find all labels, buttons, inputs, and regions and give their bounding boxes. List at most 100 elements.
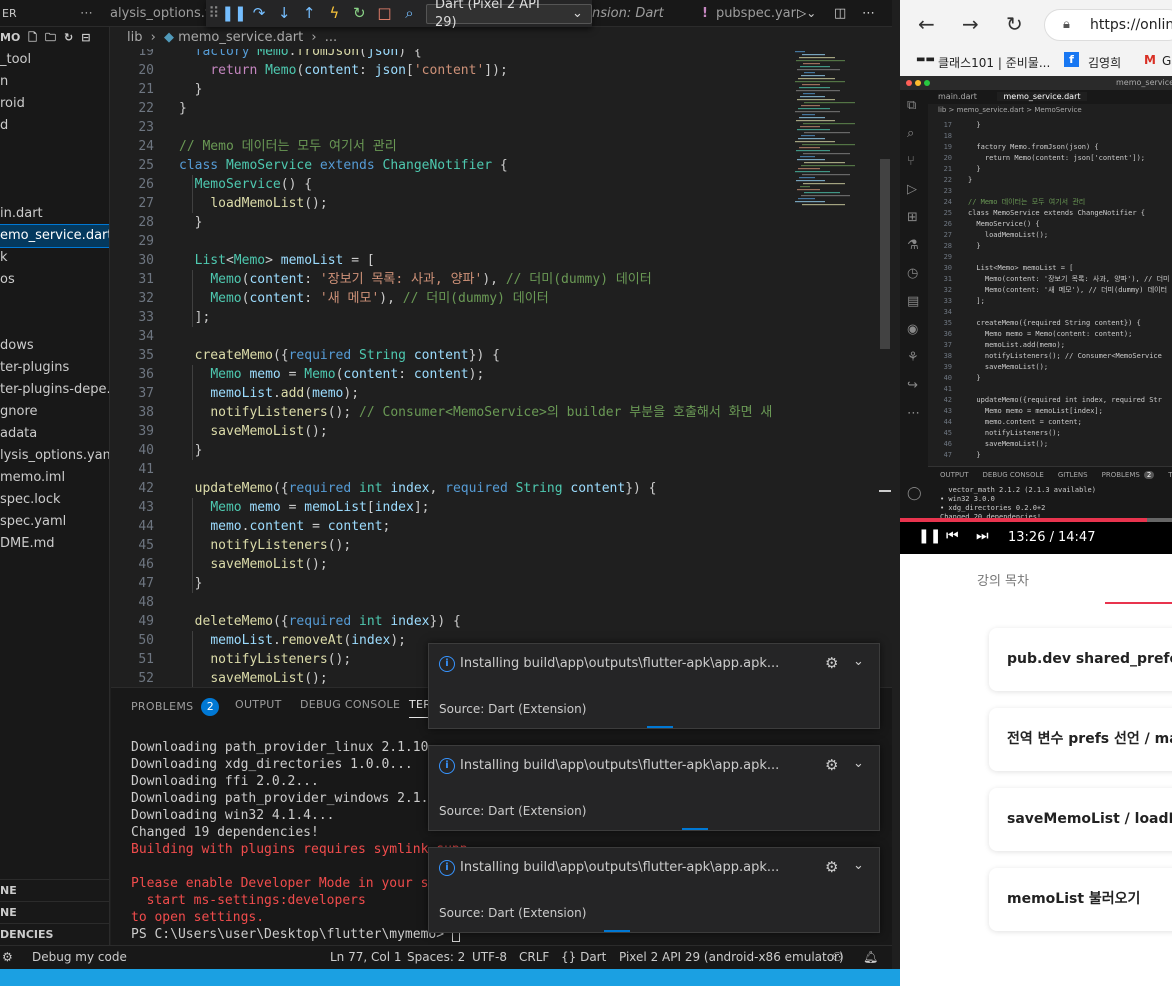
explorer-item[interactable]: roid [0,93,109,115]
explorer-item[interactable]: gnore [0,401,109,423]
tab-pubspec[interactable]: ! pubspec.yar [702,0,797,27]
more-actions-icon[interactable]: ⋯ [80,0,94,27]
new-folder-icon[interactable]: 🗀 [45,31,56,44]
explorer-item[interactable]: ter-plugins-depe... [0,379,109,401]
explorer-item[interactable]: spec.lock [0,489,109,511]
gear-icon[interactable]: ⚙ [825,654,838,672]
code-token: ; [382,519,391,534]
address-bar-url: https://onlin [1090,17,1172,33]
status-device[interactable]: Pixel 2 API 29 (android-x86 emulator) [619,946,844,969]
devtools-icon[interactable]: ⌕ [397,0,422,27]
explorer-item[interactable] [0,313,109,335]
code-token: factory [194,49,258,59]
step-out-icon[interactable]: ↑ [297,0,322,27]
breadcrumb-more[interactable]: ... [325,30,337,45]
previous-icon[interactable]: ⏮︎ [946,528,959,544]
explorer-item[interactable]: DME.md [0,533,109,555]
breadcrumb-file[interactable]: memo_service.dart [178,30,303,45]
code-token: (); [327,405,360,420]
explorer-item[interactable]: d [0,115,109,137]
explorer-item[interactable]: os [0,269,109,291]
more-icon[interactable]: ⋯ [862,0,878,27]
back-arrow-icon[interactable]: ← [918,12,935,36]
status-language[interactable]: {} Dart [561,946,606,969]
breadcrumb-folder[interactable]: lib [127,30,142,45]
explorer-item[interactable]: dows [0,335,109,357]
code-token: } [179,576,203,591]
explorer-item[interactable]: n [0,71,109,93]
explorer-item[interactable]: _tool [0,49,109,71]
chevron-down-icon[interactable]: ⌄ [853,756,864,771]
explorer-item[interactable] [0,181,109,203]
tab-course-outline[interactable]: 강의 목차 [977,570,1029,589]
minimap[interactable] [793,49,879,209]
video-panel-tab: GITLENS [1057,471,1088,479]
explorer-item[interactable]: k [0,247,109,269]
drag-handle-icon[interactable]: ⠿ [206,0,221,27]
new-file-icon[interactable]: 🗋 [28,31,37,44]
forward-arrow-icon[interactable]: → [962,12,979,36]
debug-icon[interactable]: ⚙ [2,946,13,969]
next-icon[interactable]: ⏭︎ [976,528,989,544]
tab-debug-console[interactable]: DEBUG CONSOLE [300,698,400,711]
tab-output[interactable]: OUTPUT [235,698,282,711]
indent-guide [192,498,193,593]
explorer-item[interactable]: adata [0,423,109,445]
run-icon[interactable]: ▷⌄ [797,0,821,27]
status-eol[interactable]: CRLF [519,946,549,969]
gear-icon[interactable]: ⚙ [825,756,838,774]
code-token: ); [390,633,407,648]
explorer-item[interactable]: memo.iml [0,467,109,489]
lesson-card[interactable]: saveMemoList / loadM [989,788,1172,851]
explorer-item[interactable]: in.dart [0,203,109,225]
notifications-bell-icon[interactable]: 🔔︎ [863,946,878,969]
lesson-card[interactable]: 전역 변수 prefs 선언 / ma [989,708,1172,771]
debug-device-select[interactable]: Dart (Pixel 2 API 29) ⌄ [426,0,592,30]
tab-analysis-options[interactable]: alysis_options.y [110,0,206,27]
pause-icon[interactable]: ❚❚ [221,0,246,27]
scrollbar-thumb[interactable] [880,159,890,349]
hot-reload-icon[interactable]: ϟ [322,0,347,27]
chevron-down-icon[interactable]: ⌄ [853,654,864,669]
refresh-icon[interactable]: ↻ [64,31,73,44]
step-into-icon[interactable]: ↓ [272,0,297,27]
code-editor[interactable]: 19 factory Memo.fromJson(json) {20 retur… [111,49,892,687]
collapse-icon[interactable]: ⊟ [81,31,90,44]
browser-toolbar: ← → ↻ 🔒︎ https://onlin [900,0,1172,48]
restart-icon[interactable]: ↻ [347,0,372,27]
address-bar[interactable]: 🔒︎ https://onlin [1044,9,1172,41]
reload-icon[interactable]: ↻ [1006,12,1023,36]
explorer-item[interactable]: spec.yaml [0,511,109,533]
status-encoding[interactable]: UTF-8 [472,946,507,969]
tab-problems[interactable]: PROBLEMS 2 [131,698,220,716]
bookmark-g[interactable]: G [1162,54,1171,68]
gear-icon[interactable]: ⚙ [825,858,838,876]
status-indent[interactable]: Spaces: 2 [407,946,465,969]
bookmark-class101[interactable]: 클래스101 | 준비물... [938,54,1050,71]
dependencies-section[interactable]: DENCIES [0,923,109,945]
minimap-line [799,87,830,89]
lesson-card[interactable]: pub.dev shared_prefe [989,628,1172,691]
explorer-item[interactable]: emo_service.dart [0,224,109,248]
scrollbar-marker [879,490,891,492]
chevron-down-icon[interactable]: ⌄ [853,858,864,873]
bookmark-kim[interactable]: 김영희 [1088,54,1121,71]
status-cursor-position[interactable]: Ln 77, Col 1 [330,946,402,969]
split-editor-icon[interactable]: ◫ [834,0,850,27]
explorer-item[interactable] [0,159,109,181]
explorer-item[interactable] [0,291,109,313]
status-debug-config[interactable]: Debug my code [32,946,127,969]
explorer-item[interactable]: ter-plugins [0,357,109,379]
editor-scrollbar[interactable] [879,49,891,687]
video-tab-bar: main.dart memo_service.dart [928,90,1172,104]
step-over-icon[interactable]: ↷ [247,0,272,27]
accounts-icon[interactable]: ⚇ [832,946,843,969]
explorer-item[interactable] [0,137,109,159]
stop-icon[interactable]: □ [372,0,397,27]
lesson-card[interactable]: memoList 불러오기 [989,868,1172,931]
explorer-item[interactable]: lysis_options.yaml [0,445,109,467]
tab-extension-dart[interactable]: nsion: Dart [592,0,672,27]
timeline-section[interactable]: NE [0,901,109,923]
outline-section[interactable]: NE [0,879,109,901]
pause-icon[interactable]: ❚❚ [918,528,941,544]
